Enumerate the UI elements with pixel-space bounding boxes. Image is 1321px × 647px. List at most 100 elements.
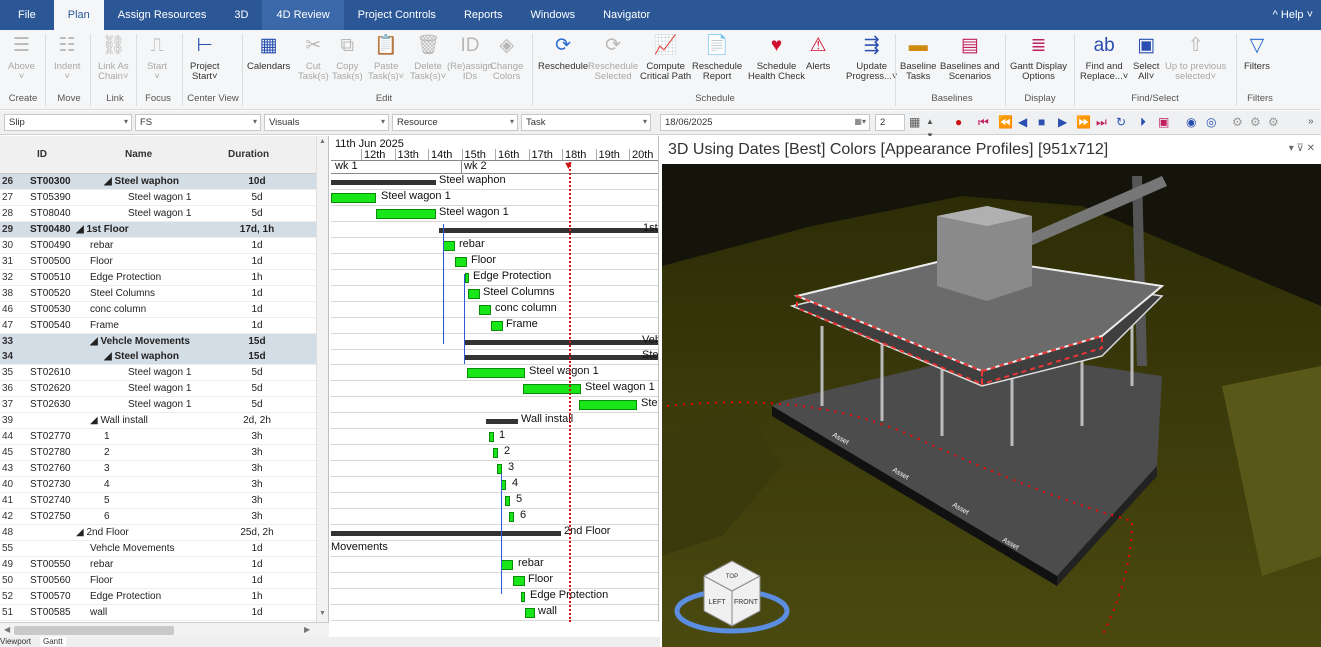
change-colors-button[interactable]: ◈ Change Colors <box>490 34 523 90</box>
tool-c-icon[interactable]: ⚙ <box>1268 115 1279 129</box>
stop-icon[interactable]: ■ <box>1038 115 1045 129</box>
menu-4d-review[interactable]: 4D Review <box>262 0 344 30</box>
up-previous-button[interactable]: ⇧ Up to previous selected˅ <box>1165 34 1226 90</box>
help-menu[interactable]: ^ Help ˅ <box>1273 9 1313 21</box>
gantt-task-bar[interactable] <box>523 384 581 395</box>
reschedule-button[interactable]: ⟳ Reschedule <box>538 34 588 90</box>
find-replace-button[interactable]: ab Find and Replace...˅ <box>1080 34 1128 90</box>
gantt-task-bar[interactable] <box>513 575 525 586</box>
calendar-button[interactable]: ▦ Calendars <box>247 34 290 90</box>
menu-assign-resources[interactable]: Assign Resources <box>104 0 221 30</box>
cube-top-label[interactable]: TOP <box>726 574 738 580</box>
center-view-button[interactable]: ⊢ Project Start˅ <box>190 34 220 90</box>
scene-canvas[interactable]: TOP LEFT FRONT Asset Asset Asset Asset <box>662 136 1321 647</box>
gantt-chart[interactable]: 11th Jun 2025 12th 13th 14th 15th 16th 17th 18… <box>331 136 659 622</box>
gantt-task-bar[interactable] <box>505 496 510 506</box>
menu-plan[interactable]: Plan <box>53 0 104 30</box>
table-row[interactable]: 44 ST02770 1 3h <box>0 429 316 446</box>
table-row[interactable]: 41 ST02740 5 3h <box>0 493 316 509</box>
gantt-task-bar[interactable] <box>491 320 503 331</box>
grid-horizontal-scrollbar[interactable]: ◀ ▶ <box>0 622 329 637</box>
go-end-icon[interactable]: ⏭ <box>1096 115 1107 129</box>
gantt-task-bar[interactable] <box>479 304 491 315</box>
focus-start-button[interactable]: ⎍ Start ˅ <box>145 34 169 90</box>
date-picker[interactable]: 18/06/2025 ▦▾ <box>660 114 870 131</box>
table-row[interactable]: 51 ST00585 wall 1d <box>0 605 316 621</box>
gantt-task-bar[interactable] <box>443 240 455 251</box>
update-progress-button[interactable]: ⇶ Update Progress...˅ <box>846 34 897 90</box>
health-check-button[interactable]: ♥ Schedule Health Check <box>748 34 805 90</box>
paste-button[interactable]: 📋 Paste Task(s)˅ <box>368 34 404 90</box>
header-id[interactable]: ID <box>37 149 47 160</box>
table-row[interactable]: 33 ◢ Vehcle Movements 15d <box>0 333 316 350</box>
table-row[interactable]: 45 ST02780 2 3h <box>0 445 316 462</box>
table-row[interactable]: 37 ST02630 Steel wagon 1 5d <box>0 397 316 414</box>
gantt-summary-bar[interactable] <box>439 227 658 233</box>
gantt-task-bar[interactable] <box>468 288 480 299</box>
table-row[interactable]: 29 ST00480 ◢ 1st Floor 17d, 1h <box>0 221 316 238</box>
table-row[interactable]: 34 ◢ Steel waphon 15d <box>0 349 316 366</box>
baselines-scenarios-button[interactable]: ▤ Baselines and Scenarios <box>940 34 1000 90</box>
table-row[interactable]: 50 ST00560 Floor 1d <box>0 573 316 589</box>
menu-windows[interactable]: Windows <box>516 0 589 30</box>
scroll-right-icon[interactable]: ▶ <box>304 625 310 634</box>
visuals-dropdown[interactable]: Visuals ▾ <box>264 114 389 131</box>
resource-dropdown[interactable]: Resource ▾ <box>392 114 518 131</box>
cut-button[interactable]: ✂ Cut Task(s) <box>298 34 329 90</box>
table-row[interactable]: 47 ST00540 Frame 1d <box>0 318 316 334</box>
grid-vertical-scrollbar[interactable]: ▲ ▼ <box>316 136 328 622</box>
task-dropdown[interactable]: Task ▾ <box>521 114 651 131</box>
gantt-summary-bar[interactable] <box>464 339 658 345</box>
header-duration[interactable]: Duration <box>228 149 269 160</box>
scroll-up-icon[interactable]: ▲ <box>319 138 326 145</box>
loop-icon[interactable]: ↻ <box>1116 115 1126 129</box>
scroll-down-icon[interactable]: ▼ <box>319 610 326 617</box>
copy-button[interactable]: ⧉ Copy Task(s) <box>332 34 363 90</box>
critical-path-button[interactable]: 📈 Compute Critical Path <box>640 34 691 90</box>
gantt-task-bar[interactable] <box>493 448 498 459</box>
frame-forward-icon[interactable]: ⏵ <box>1140 115 1146 129</box>
gantt-task-bar[interactable] <box>331 192 376 203</box>
settings-a-icon[interactable]: ◉ <box>1186 115 1196 129</box>
menu-reports[interactable]: Reports <box>450 0 517 30</box>
table-row[interactable]: 28 ST08040 Steel wagon 1 5d <box>0 206 316 222</box>
table-row[interactable]: 52 ST00570 Edge Protection 1h <box>0 589 316 605</box>
gantt-summary-bar[interactable] <box>331 180 436 185</box>
record-icon[interactable]: ● <box>955 115 962 129</box>
gantt-task-bar[interactable] <box>489 432 494 443</box>
table-row[interactable]: 39 ◢ Wall install 2d, 2h <box>0 413 316 430</box>
viewport-window-controls[interactable]: ▾ ⊽ ✕ <box>1289 143 1315 154</box>
cube-left-label[interactable]: LEFT <box>708 599 726 606</box>
table-row[interactable]: 26 ST00300 ◢ Steel waphon 10d <box>0 174 316 190</box>
gantt-task-bar[interactable] <box>525 607 535 618</box>
menu-navigator[interactable]: Navigator <box>589 0 664 30</box>
gantt-task-bar[interactable] <box>509 511 514 522</box>
step-forward-icon[interactable]: ⏩ <box>1076 115 1091 129</box>
link-button[interactable]: ⛓ Link As Chain˅ <box>98 34 129 90</box>
table-row[interactable]: 40 ST02730 4 3h <box>0 477 316 494</box>
gantt-task-bar[interactable] <box>467 368 525 379</box>
alert-button[interactable]: ⚠ Alerts <box>806 34 830 90</box>
reschedule-selected-button[interactable]: ⟳ Reschedule Selected <box>588 34 638 90</box>
delete-button[interactable]: 🗑 Delete Task(s)˅ <box>410 34 446 90</box>
assign-ids-button[interactable]: ID (Re)assign IDs <box>447 34 493 90</box>
speed-input[interactable]: 2 <box>875 114 905 131</box>
header-name[interactable]: Name <box>125 149 152 160</box>
gantt-task-bar[interactable] <box>521 591 525 602</box>
gantt-task-bar[interactable] <box>497 464 502 475</box>
table-row[interactable]: 31 ST00500 Floor 1d <box>0 254 316 270</box>
tool-a-icon[interactable]: ⚙ <box>1232 115 1243 129</box>
menu-3d[interactable]: 3D <box>220 0 262 30</box>
select-all-button[interactable]: ▣ Select All˅ <box>1133 34 1159 90</box>
gantt-summary-bar[interactable] <box>486 419 518 425</box>
table-row[interactable]: 42 ST02750 6 3h <box>0 509 316 525</box>
gantt-task-bar[interactable] <box>376 208 436 219</box>
gantt-summary-bar[interactable] <box>464 355 658 361</box>
record-video-icon[interactable]: ▣ <box>1158 115 1169 129</box>
cube-front-label[interactable]: FRONT <box>734 599 759 606</box>
table-row[interactable]: 30 ST00490 rebar 1d <box>0 238 316 254</box>
table-row[interactable]: 48 ◢ 2nd Floor 25d, 2h <box>0 525 316 541</box>
tool-b-icon[interactable]: ⚙ <box>1250 115 1261 129</box>
date-marker-icon[interactable]: ▼ <box>563 160 574 172</box>
table-row[interactable]: 46 ST00530 conc column 1d <box>0 302 316 318</box>
